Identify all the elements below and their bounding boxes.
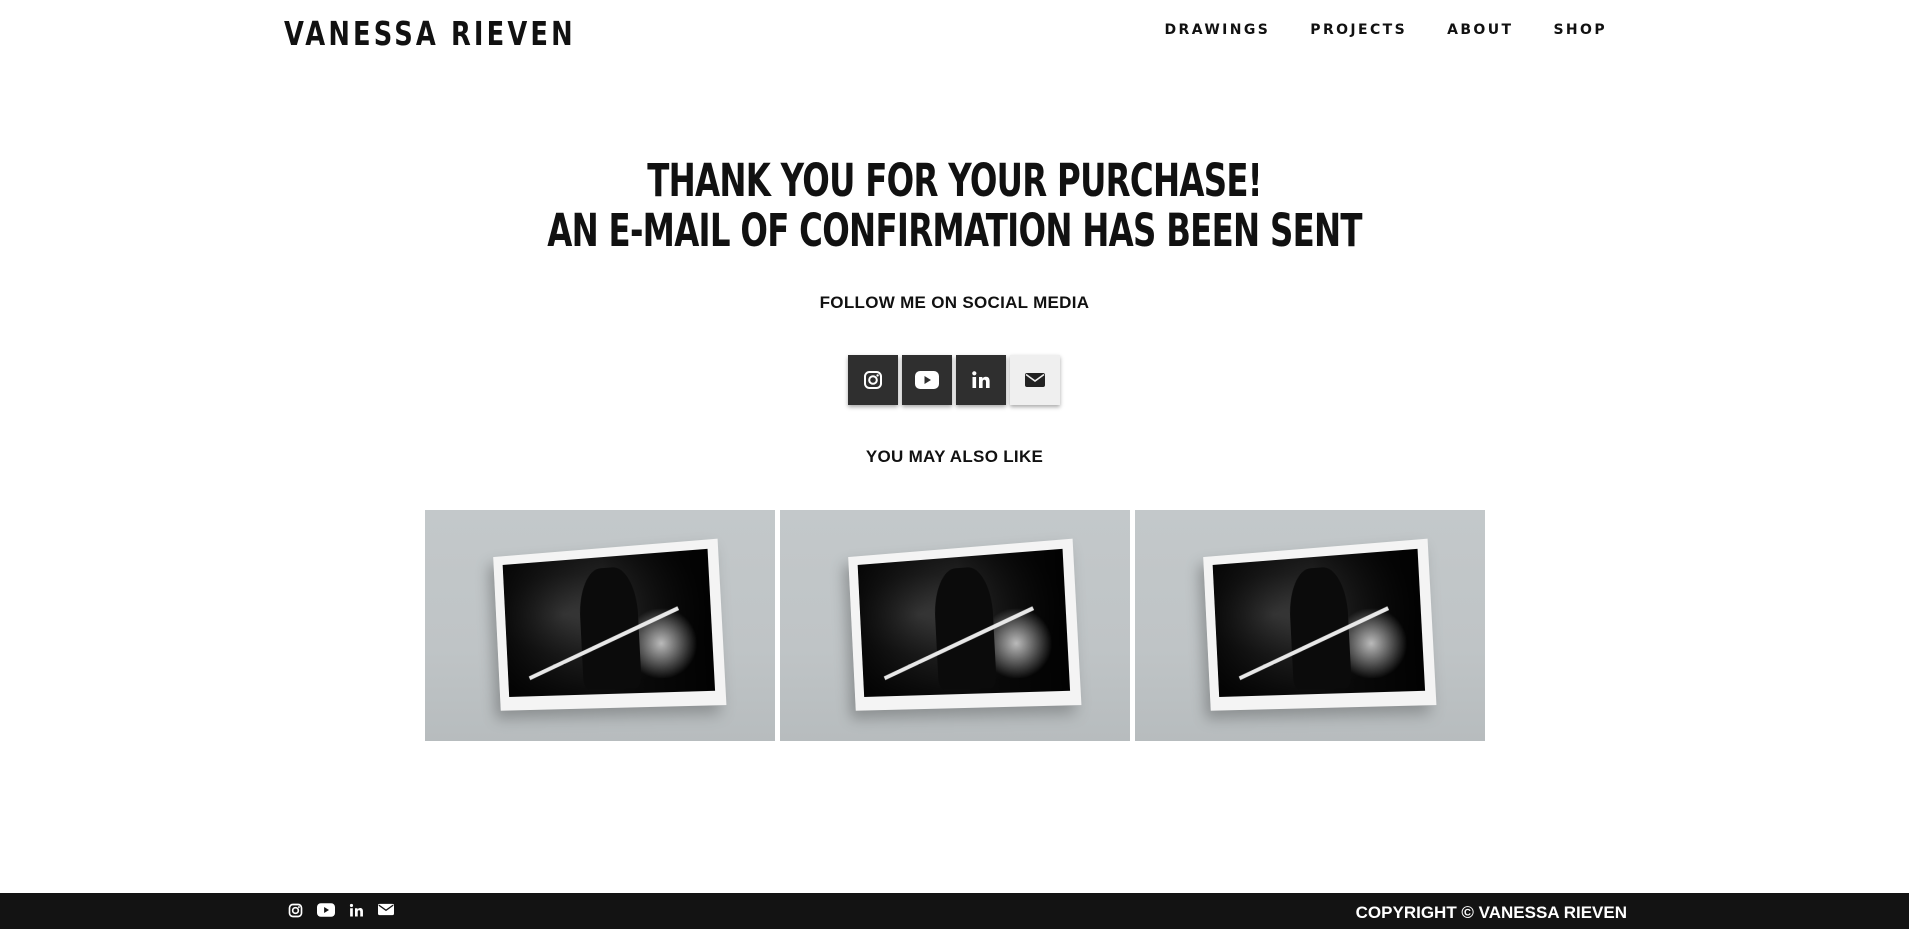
- framed-print-image: [1203, 538, 1437, 711]
- youtube-icon: [915, 371, 939, 389]
- headline-line-1: THANK YOU FOR YOUR PURCHASE!: [647, 154, 1262, 207]
- mail-icon[interactable]: [378, 903, 394, 923]
- linkedin-button[interactable]: [956, 355, 1006, 405]
- mail-icon: [1025, 373, 1045, 387]
- product-card[interactable]: [780, 510, 1130, 741]
- linkedin-icon: [972, 371, 990, 388]
- site-footer: COPYRIGHT © VANESSA RIEVEN: [0, 893, 1909, 929]
- linkedin-icon[interactable]: [349, 903, 364, 923]
- site-header: VANESSA RIEVEN DRAWINGS PROJECTS ABOUT S…: [0, 0, 1909, 70]
- instagram-button[interactable]: [848, 355, 898, 405]
- framed-print-image: [848, 538, 1082, 711]
- nav-about-link[interactable]: ABOUT: [1447, 22, 1513, 38]
- nav-projects-link[interactable]: PROJECTS: [1310, 22, 1407, 38]
- email-button[interactable]: [1010, 355, 1060, 405]
- framed-print-image: [493, 538, 727, 711]
- copyright-text: COPYRIGHT © VANESSA RIEVEN: [1355, 903, 1627, 922]
- youtube-icon[interactable]: [317, 903, 335, 923]
- product-grid: [425, 510, 1485, 741]
- main-nav: DRAWINGS PROJECTS ABOUT SHOP: [1165, 22, 1607, 38]
- nav-drawings-link[interactable]: DRAWINGS: [1165, 22, 1271, 38]
- nav-shop-link[interactable]: SHOP: [1553, 22, 1607, 38]
- footer-social-icons: [288, 903, 394, 923]
- youtube-button[interactable]: [902, 355, 952, 405]
- instagram-icon[interactable]: [288, 903, 303, 923]
- also-like-label: YOU MAY ALSO LIKE: [865, 447, 1044, 466]
- social-buttons: [848, 355, 1060, 405]
- instagram-icon: [864, 371, 882, 389]
- site-logo[interactable]: VANESSA RIEVEN: [284, 14, 576, 53]
- product-card[interactable]: [1135, 510, 1485, 741]
- follow-label: FOLLOW ME ON SOCIAL MEDIA: [819, 293, 1090, 312]
- product-card[interactable]: [425, 510, 775, 741]
- headline-line-2: AN E-MAIL OF CONFIRMATION HAS BEEN SENT: [547, 204, 1362, 257]
- confirmation-headline: THANK YOU FOR YOUR PURCHASE! AN E-MAIL O…: [0, 156, 1909, 256]
